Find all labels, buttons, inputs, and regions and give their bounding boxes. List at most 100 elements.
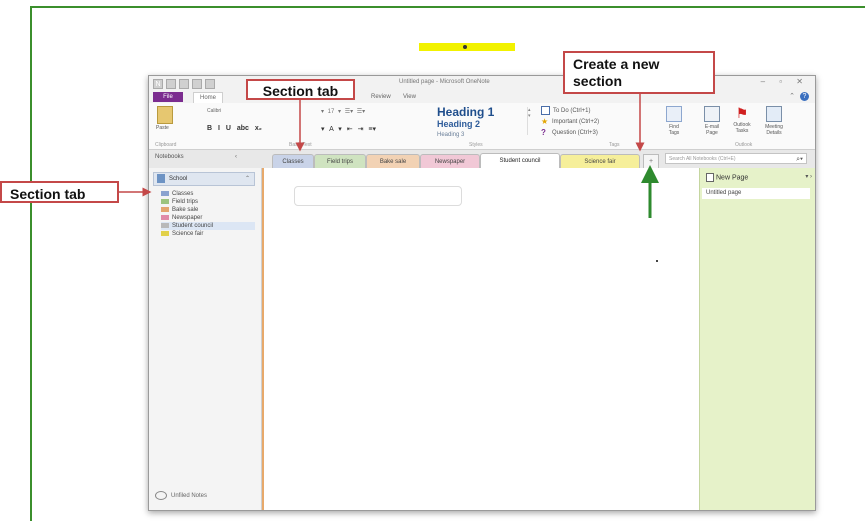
paste-button[interactable]: Paste bbox=[156, 125, 169, 131]
callout-section-tab-left: Section tab bbox=[0, 181, 119, 203]
font-name-box[interactable]: Calibri bbox=[207, 108, 247, 114]
style-heading-2[interactable]: Heading 2 bbox=[437, 119, 480, 129]
ribbon-collapse-icon[interactable]: ⌃ bbox=[789, 92, 795, 100]
page-item[interactable]: Untitled page bbox=[702, 188, 810, 199]
notebook-pane: School ⌃ Classes Field trips Bake sale N… bbox=[149, 168, 262, 510]
quick-access-toolbar: N bbox=[153, 79, 218, 89]
new-page-button[interactable]: New Page bbox=[706, 173, 748, 182]
calendar-icon bbox=[766, 106, 782, 122]
pages-pane-arrows-icon[interactable]: ▾ › bbox=[805, 173, 812, 180]
question-icon: ? bbox=[541, 128, 546, 137]
paste-icon[interactable] bbox=[157, 106, 173, 124]
format-buttons[interactable]: B I U abc x₂ bbox=[207, 125, 262, 132]
font-size-row[interactable]: ▾ 17 ▾ ☰▾ ☰▾ bbox=[321, 108, 365, 115]
email-icon bbox=[704, 106, 720, 122]
nb-section-bake-sale[interactable]: Bake sale bbox=[161, 206, 255, 214]
unfiled-notes-button[interactable]: Unfiled Notes bbox=[155, 491, 207, 500]
page-title-field[interactable] bbox=[294, 186, 462, 206]
onenote-window: N Untitled page - Microsoft OneNote – ▫ … bbox=[148, 75, 816, 511]
window-controls[interactable]: – ▫ ✕ bbox=[761, 77, 809, 86]
section-tab-science-fair[interactable]: Science fair bbox=[560, 154, 640, 169]
find-tags-icon bbox=[666, 106, 682, 122]
dot-icon bbox=[463, 45, 467, 49]
section-icon bbox=[161, 206, 169, 212]
email-page-button[interactable]: E-mail Page bbox=[699, 106, 725, 136]
email-page-label: E-mail Page bbox=[704, 124, 720, 136]
notebook-school[interactable]: School ⌃ bbox=[153, 172, 255, 186]
tab-review[interactable]: Review bbox=[365, 92, 397, 102]
tab-file[interactable]: File bbox=[153, 92, 183, 102]
dock-icon[interactable] bbox=[192, 79, 202, 89]
styles-scroll-icon[interactable]: ▴ ▾ bbox=[527, 107, 534, 135]
chevron-up-icon[interactable]: ⌃ bbox=[245, 173, 250, 185]
nb-section-field-trips[interactable]: Field trips bbox=[161, 198, 255, 206]
find-tags-label: Find Tags bbox=[668, 124, 680, 136]
search-placeholder: Search All Notebooks (Ctrl+E) bbox=[669, 156, 736, 162]
callout-create-new-section: Create a new section bbox=[563, 51, 715, 94]
nb-section-label: Newspaper bbox=[172, 215, 203, 221]
section-tab-row: Notebooks ‹ Classes Field trips Bake sal… bbox=[149, 150, 815, 169]
star-icon: ★ bbox=[541, 117, 549, 126]
unfiled-notes-label: Unfiled Notes bbox=[171, 493, 208, 500]
tag-todo-label: To Do (Ctrl+1) bbox=[553, 108, 591, 115]
tags-group-label: Tags bbox=[609, 142, 620, 148]
new-page-label: New Page bbox=[716, 174, 749, 182]
help-icon[interactable]: ? bbox=[800, 92, 809, 101]
meeting-details-button[interactable]: Meeting Details bbox=[761, 106, 787, 136]
yellow-highlight-mark bbox=[419, 43, 515, 51]
notebooks-label: Notebooks bbox=[155, 154, 184, 160]
unfiled-notes-icon bbox=[155, 491, 167, 500]
collapse-notebooks-icon[interactable]: ‹ bbox=[235, 154, 237, 160]
style-heading-1[interactable]: Heading 1 bbox=[437, 105, 494, 119]
notebook-icon bbox=[157, 173, 165, 183]
color-indent-row[interactable]: ▾ A ▾ ⇤ ⇥ ≡▾ bbox=[321, 125, 376, 133]
nb-section-label: Classes bbox=[172, 191, 194, 197]
window-title: Untitled page - Microsoft OneNote bbox=[399, 79, 490, 85]
tag-important-label: Important (Ctrl+2) bbox=[552, 119, 600, 126]
pages-pane: New Page ▾ › Untitled page bbox=[699, 168, 815, 510]
nb-section-newspaper[interactable]: Newspaper bbox=[161, 214, 255, 222]
tab-view[interactable]: View bbox=[397, 92, 422, 102]
tag-todo[interactable]: To Do (Ctrl+1) bbox=[541, 106, 591, 115]
outlook-group-label: Outlook bbox=[735, 142, 753, 148]
nb-section-label: Science fair bbox=[172, 231, 204, 237]
nb-section-label: Field trips bbox=[172, 199, 199, 205]
search-icon[interactable]: ⌕▾ bbox=[796, 154, 803, 165]
meeting-details-label: Meeting Details bbox=[765, 124, 783, 136]
back-icon[interactable] bbox=[166, 79, 176, 89]
flag-icon: ⚑ bbox=[735, 105, 749, 121]
style-heading-3[interactable]: Heading 3 bbox=[437, 132, 464, 138]
create-new-section-tab[interactable]: + bbox=[643, 154, 659, 169]
cursor-dot-icon bbox=[656, 260, 658, 262]
section-icon bbox=[161, 222, 169, 228]
callout-section-tab-top: Section tab bbox=[246, 79, 355, 100]
green-frame-top bbox=[30, 6, 865, 8]
nb-section-classes[interactable]: Classes bbox=[161, 190, 255, 198]
nb-section-science-fair[interactable]: Science fair bbox=[161, 230, 255, 238]
nb-section-label: Bake sale bbox=[172, 207, 199, 213]
outlook-tasks-button[interactable]: ⚑ Outlook Tasks bbox=[729, 106, 755, 134]
clipboard-group-label: Clipboard bbox=[155, 142, 177, 148]
outlook-tasks-label: Outlook Tasks bbox=[733, 122, 751, 134]
tag-question[interactable]: ? Question (Ctrl+3) bbox=[541, 128, 598, 137]
section-tab-bake-sale[interactable]: Bake sale bbox=[366, 154, 420, 169]
onenote-logo-icon: N bbox=[153, 79, 163, 89]
nb-section-label: Student council bbox=[172, 223, 214, 229]
tab-home[interactable]: Home bbox=[193, 92, 224, 103]
basic-text-group-label: Basic Text bbox=[289, 142, 312, 148]
page-canvas[interactable] bbox=[262, 168, 701, 510]
fullpage-icon[interactable] bbox=[205, 79, 215, 89]
find-tags-button[interactable]: Find Tags bbox=[664, 106, 684, 136]
tag-important[interactable]: ★ Important (Ctrl+2) bbox=[541, 117, 599, 126]
section-tab-classes[interactable]: Classes bbox=[272, 154, 314, 169]
checkbox-icon bbox=[541, 106, 550, 115]
undo-icon[interactable] bbox=[179, 79, 189, 89]
green-frame-left bbox=[30, 6, 32, 521]
search-notebooks-input[interactable]: Search All Notebooks (Ctrl+E) ⌕▾ bbox=[665, 153, 807, 164]
section-icon bbox=[161, 230, 169, 236]
section-icon bbox=[161, 190, 169, 196]
section-tab-field-trips[interactable]: Field trips bbox=[314, 154, 366, 169]
section-tab-student-council[interactable]: Student council bbox=[480, 153, 560, 169]
section-tab-newspaper[interactable]: Newspaper bbox=[420, 154, 480, 169]
nb-section-student-council[interactable]: Student council bbox=[161, 222, 255, 230]
